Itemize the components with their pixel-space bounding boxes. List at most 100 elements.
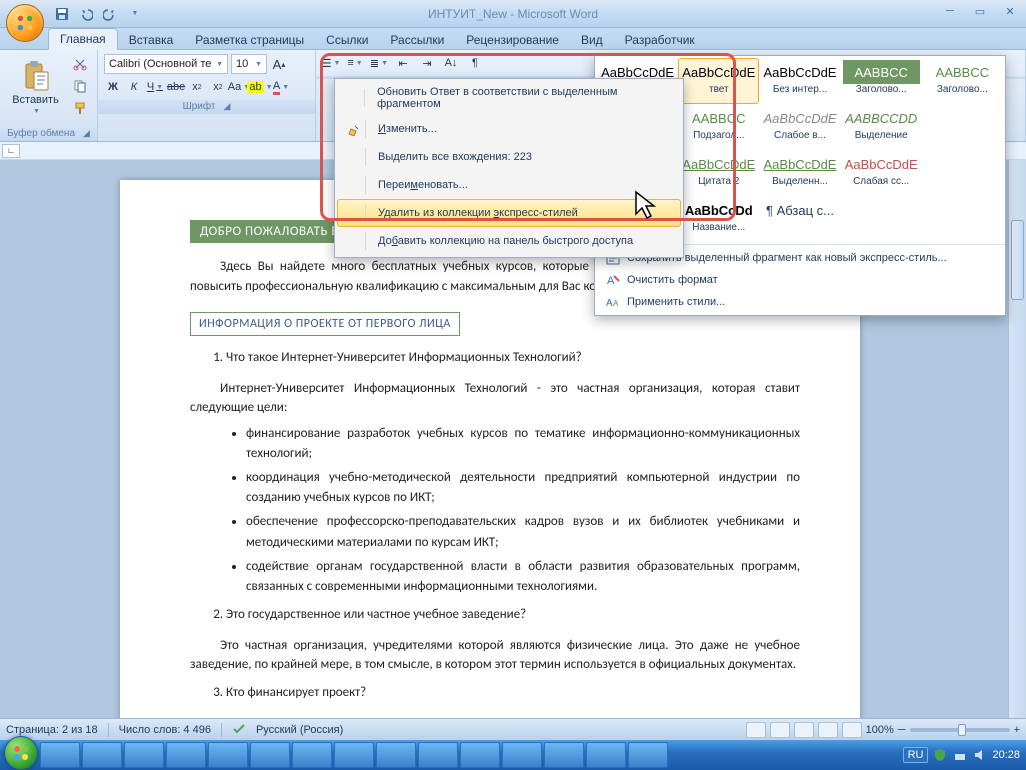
taskbar-item[interactable] <box>124 742 164 768</box>
grow-font-icon[interactable]: A▴ <box>270 55 288 73</box>
taskbar-item[interactable] <box>418 742 458 768</box>
start-button[interactable] <box>4 736 38 770</box>
taskbar-item[interactable] <box>40 742 80 768</box>
maximize-button[interactable]: ▭ <box>968 2 992 20</box>
scroll-thumb[interactable] <box>1011 220 1024 300</box>
numbering-icon[interactable]: ≡▼ <box>346 54 364 72</box>
zoom-level[interactable]: 100% <box>866 724 894 736</box>
view-outline[interactable] <box>818 722 838 738</box>
view-web-layout[interactable] <box>794 722 814 738</box>
taskbar-item[interactable] <box>544 742 584 768</box>
taskbar-item[interactable] <box>460 742 500 768</box>
status-page[interactable]: Страница: 2 из 18 <box>6 724 98 736</box>
strike-icon[interactable]: abe <box>167 78 185 96</box>
tab-home[interactable]: Главная <box>48 28 118 50</box>
clipboard-dialog-launcher[interactable]: ◢ <box>83 128 90 139</box>
vertical-scrollbar[interactable] <box>1008 160 1026 740</box>
ctx-remove-from-gallery[interactable]: Удалить из коллекции экспресс-стилей <box>337 199 681 227</box>
tab-insert[interactable]: Вставка <box>118 30 185 50</box>
ctx-rename-style[interactable]: Переименовать... <box>337 171 681 199</box>
tab-mailings[interactable]: Рассылки <box>379 30 455 50</box>
style-gallery-item[interactable] <box>922 196 1003 242</box>
style-gallery-item[interactable] <box>922 104 1003 150</box>
taskbar-item[interactable] <box>250 742 290 768</box>
taskbar-item[interactable] <box>376 742 416 768</box>
style-gallery-item[interactable]: AaBbCcDdEСлабая сс... <box>841 150 922 196</box>
ctx-add-to-qat[interactable]: Добавить коллекцию на панель быстрого до… <box>337 227 681 255</box>
ctx-select-all[interactable]: Выделить все вхождения: 223 <box>337 143 681 171</box>
taskbar-item[interactable] <box>586 742 626 768</box>
redo-icon[interactable] <box>100 4 120 24</box>
style-gallery-item[interactable]: AaBbCcDdEВыделенн... <box>759 150 840 196</box>
minimize-button[interactable]: ─ <box>938 2 962 20</box>
taskbar-clock[interactable]: 20:28 <box>992 749 1020 761</box>
sort-icon[interactable]: A↓ <box>442 54 460 72</box>
tray-network-icon[interactable] <box>952 747 968 763</box>
format-painter-icon[interactable] <box>69 98 91 118</box>
style-gallery-item[interactable]: AaBbCcDdEБез интер... <box>759 58 840 104</box>
undo-icon[interactable] <box>76 4 96 24</box>
tab-references[interactable]: Ссылки <box>315 30 379 50</box>
taskbar-item[interactable] <box>502 742 542 768</box>
font-size-combo[interactable]: 10▼ <box>231 54 267 74</box>
status-language[interactable]: Русский (Россия) <box>256 724 343 736</box>
subscript-icon[interactable]: x2 <box>188 78 206 96</box>
tab-view[interactable]: Вид <box>570 30 614 50</box>
bold-icon[interactable]: Ж <box>104 78 122 96</box>
taskbar-item[interactable] <box>334 742 374 768</box>
taskbar-item[interactable] <box>208 742 248 768</box>
show-marks-icon[interactable]: ¶ <box>466 54 484 72</box>
style-gallery-item[interactable]: AABBCCПодзагол... <box>678 104 759 150</box>
highlight-icon[interactable]: ab▼ <box>251 78 269 96</box>
tab-review[interactable]: Рецензирование <box>455 30 570 50</box>
zoom-in-icon[interactable]: + <box>1014 724 1020 736</box>
style-gallery-item[interactable] <box>841 196 922 242</box>
style-gallery-item[interactable]: AaBbCcDdEтвет <box>678 58 759 104</box>
decrease-indent-icon[interactable]: ⇤ <box>394 54 412 72</box>
apply-styles[interactable]: AA Применить стили... <box>595 291 1005 313</box>
paste-button[interactable]: Вставить ▼ <box>6 54 65 120</box>
taskbar-item[interactable] <box>292 742 332 768</box>
multilevel-list-icon[interactable]: ≣▼ <box>370 54 388 72</box>
view-draft[interactable] <box>842 722 862 738</box>
italic-icon[interactable]: К <box>125 78 143 96</box>
tray-shield-icon[interactable] <box>932 747 948 763</box>
tray-volume-icon[interactable] <box>972 747 988 763</box>
superscript-icon[interactable]: x2 <box>209 78 227 96</box>
view-print-layout[interactable] <box>746 722 766 738</box>
bullets-icon[interactable]: ☰▼ <box>322 54 340 72</box>
taskbar-item[interactable] <box>82 742 122 768</box>
office-button[interactable] <box>6 4 44 42</box>
increase-indent-icon[interactable]: ⇥ <box>418 54 436 72</box>
style-gallery-item[interactable]: AaBbCcDdEСлабое в... <box>759 104 840 150</box>
language-indicator[interactable]: RU <box>903 747 929 763</box>
style-gallery-item[interactable]: ¶ Абзац с... <box>759 196 840 242</box>
zoom-slider[interactable] <box>910 728 1010 732</box>
style-gallery-item[interactable]: AABBCCDDВыделение <box>841 104 922 150</box>
view-full-screen[interactable] <box>770 722 790 738</box>
status-proofing-icon[interactable] <box>232 721 246 738</box>
style-gallery-item[interactable]: AABBCCЗаголово... <box>922 58 1003 104</box>
zoom-out-icon[interactable]: ─ <box>898 724 906 736</box>
ctx-update-style[interactable]: Обновить Ответ в соответствии с выделенн… <box>337 81 681 115</box>
font-name-combo[interactable]: Calibri (Основной те▼ <box>104 54 228 74</box>
tab-page-layout[interactable]: Разметка страницы <box>184 30 315 50</box>
copy-icon[interactable] <box>69 76 91 96</box>
style-gallery-item[interactable] <box>922 150 1003 196</box>
change-case-icon[interactable]: Aa▼ <box>230 78 248 96</box>
taskbar-item[interactable] <box>166 742 206 768</box>
qat-customize-icon[interactable]: ▼ <box>124 4 144 24</box>
underline-icon[interactable]: Ч▼ <box>146 78 164 96</box>
style-gallery-item[interactable]: AaBbCcDdНазвание... <box>678 196 759 242</box>
status-words[interactable]: Число слов: 4 496 <box>119 724 211 736</box>
style-gallery-item[interactable]: AaBbCcDdEЦитата 2 <box>678 150 759 196</box>
font-dialog-launcher[interactable]: ◢ <box>223 101 230 112</box>
close-button[interactable]: ✕ <box>998 2 1022 20</box>
clear-formatting[interactable]: A Очистить формат <box>595 269 1005 291</box>
taskbar-item[interactable] <box>628 742 668 768</box>
save-icon[interactable] <box>52 4 72 24</box>
font-color-icon[interactable]: A▼ <box>272 78 290 96</box>
style-gallery-item[interactable]: AABBCCЗаголово... <box>841 58 922 104</box>
tab-selector[interactable]: ∟ <box>2 144 20 158</box>
tab-developer[interactable]: Разработчик <box>614 30 706 50</box>
